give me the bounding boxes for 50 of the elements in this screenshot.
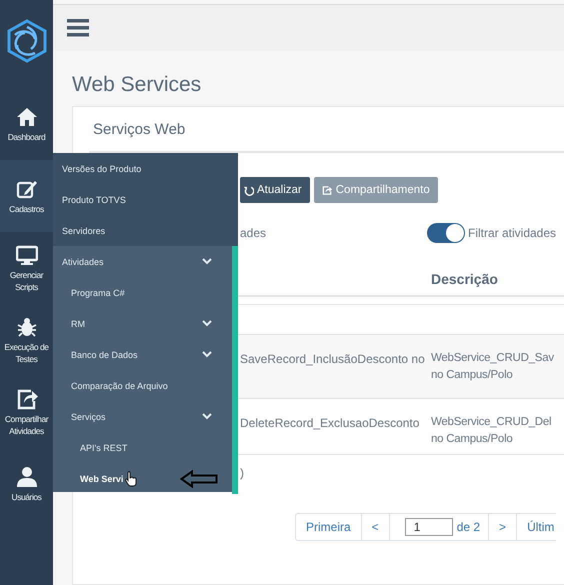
arrow-icon xyxy=(180,470,218,488)
sidebar-item[interactable]: Dashboard xyxy=(0,88,53,160)
menu-item[interactable]: Atividades xyxy=(53,246,232,277)
share-icon xyxy=(16,388,38,410)
table-footer-text: ) xyxy=(240,466,244,480)
menu-item[interactable]: Versões do Produto xyxy=(53,153,238,184)
refresh-icon xyxy=(243,184,254,196)
chevron-down-icon xyxy=(202,351,212,358)
previous-page-link[interactable]: < xyxy=(362,514,390,540)
chevron-down-icon xyxy=(202,413,212,420)
sidebar-item[interactable]: Compartilhar Atividades xyxy=(0,376,53,448)
column-header: Descrição xyxy=(431,271,499,287)
last-page-link[interactable]: Últim xyxy=(517,514,556,540)
menu-item[interactable]: Servidores xyxy=(53,215,238,246)
menu-item[interactable]: API's REST xyxy=(53,432,232,463)
sidebar-item[interactable]: Cadastros xyxy=(0,160,53,232)
page-input[interactable]: 1 xyxy=(404,518,453,536)
chevron-down-icon xyxy=(202,320,212,327)
sidebar-item[interactable]: Usuários xyxy=(0,448,53,520)
home-icon xyxy=(16,106,38,128)
card-title: Serviços Web xyxy=(93,120,186,138)
sidebar-item[interactable]: Gerenciar Scripts xyxy=(0,232,53,304)
refresh-button[interactable]: Atualizar xyxy=(240,177,310,203)
logo-icon xyxy=(4,18,48,64)
monitor-icon xyxy=(16,244,38,266)
sidebar-item[interactable]: Execução de Testes xyxy=(0,304,53,376)
menu-item[interactable]: Banco de Dados xyxy=(53,339,232,370)
next-page-link[interactable]: > xyxy=(489,514,518,540)
menu-item[interactable]: Web Servi xyxy=(53,463,232,494)
label-text: ades xyxy=(240,226,266,240)
menu-icon[interactable] xyxy=(67,19,89,37)
hand-cursor-icon xyxy=(125,471,137,487)
menu-item[interactable]: Serviços xyxy=(53,401,232,432)
chevron-down-icon xyxy=(202,258,212,265)
menu-item[interactable]: RM xyxy=(53,308,232,339)
table-cell: DeleteRecord_ExclusaoDesconto xyxy=(240,416,420,430)
table-cell-text: WebService_CRUD_Sav no Campus/Polo xyxy=(431,351,555,383)
menu-item[interactable]: Produto TOTVS xyxy=(53,184,238,215)
user-icon xyxy=(16,466,38,488)
toggle-label: Filtrar atividades xyxy=(468,226,556,240)
toggle-switch[interactable] xyxy=(427,223,465,243)
page-title: Web Services xyxy=(72,73,202,97)
table-cell: SaveRecord_InclusãoDesconto no xyxy=(240,352,425,366)
table-cell-text: WebService_CRUD_Del no Campus/Polo xyxy=(431,415,552,447)
bug-icon xyxy=(16,316,38,338)
menu-item[interactable]: Comparação de Arquivo xyxy=(53,370,232,401)
share-icon xyxy=(322,184,333,196)
menu-item[interactable]: Programa C# xyxy=(53,277,232,308)
page-count: de 2 xyxy=(456,520,480,534)
first-page-link[interactable]: Primeira xyxy=(296,514,362,540)
